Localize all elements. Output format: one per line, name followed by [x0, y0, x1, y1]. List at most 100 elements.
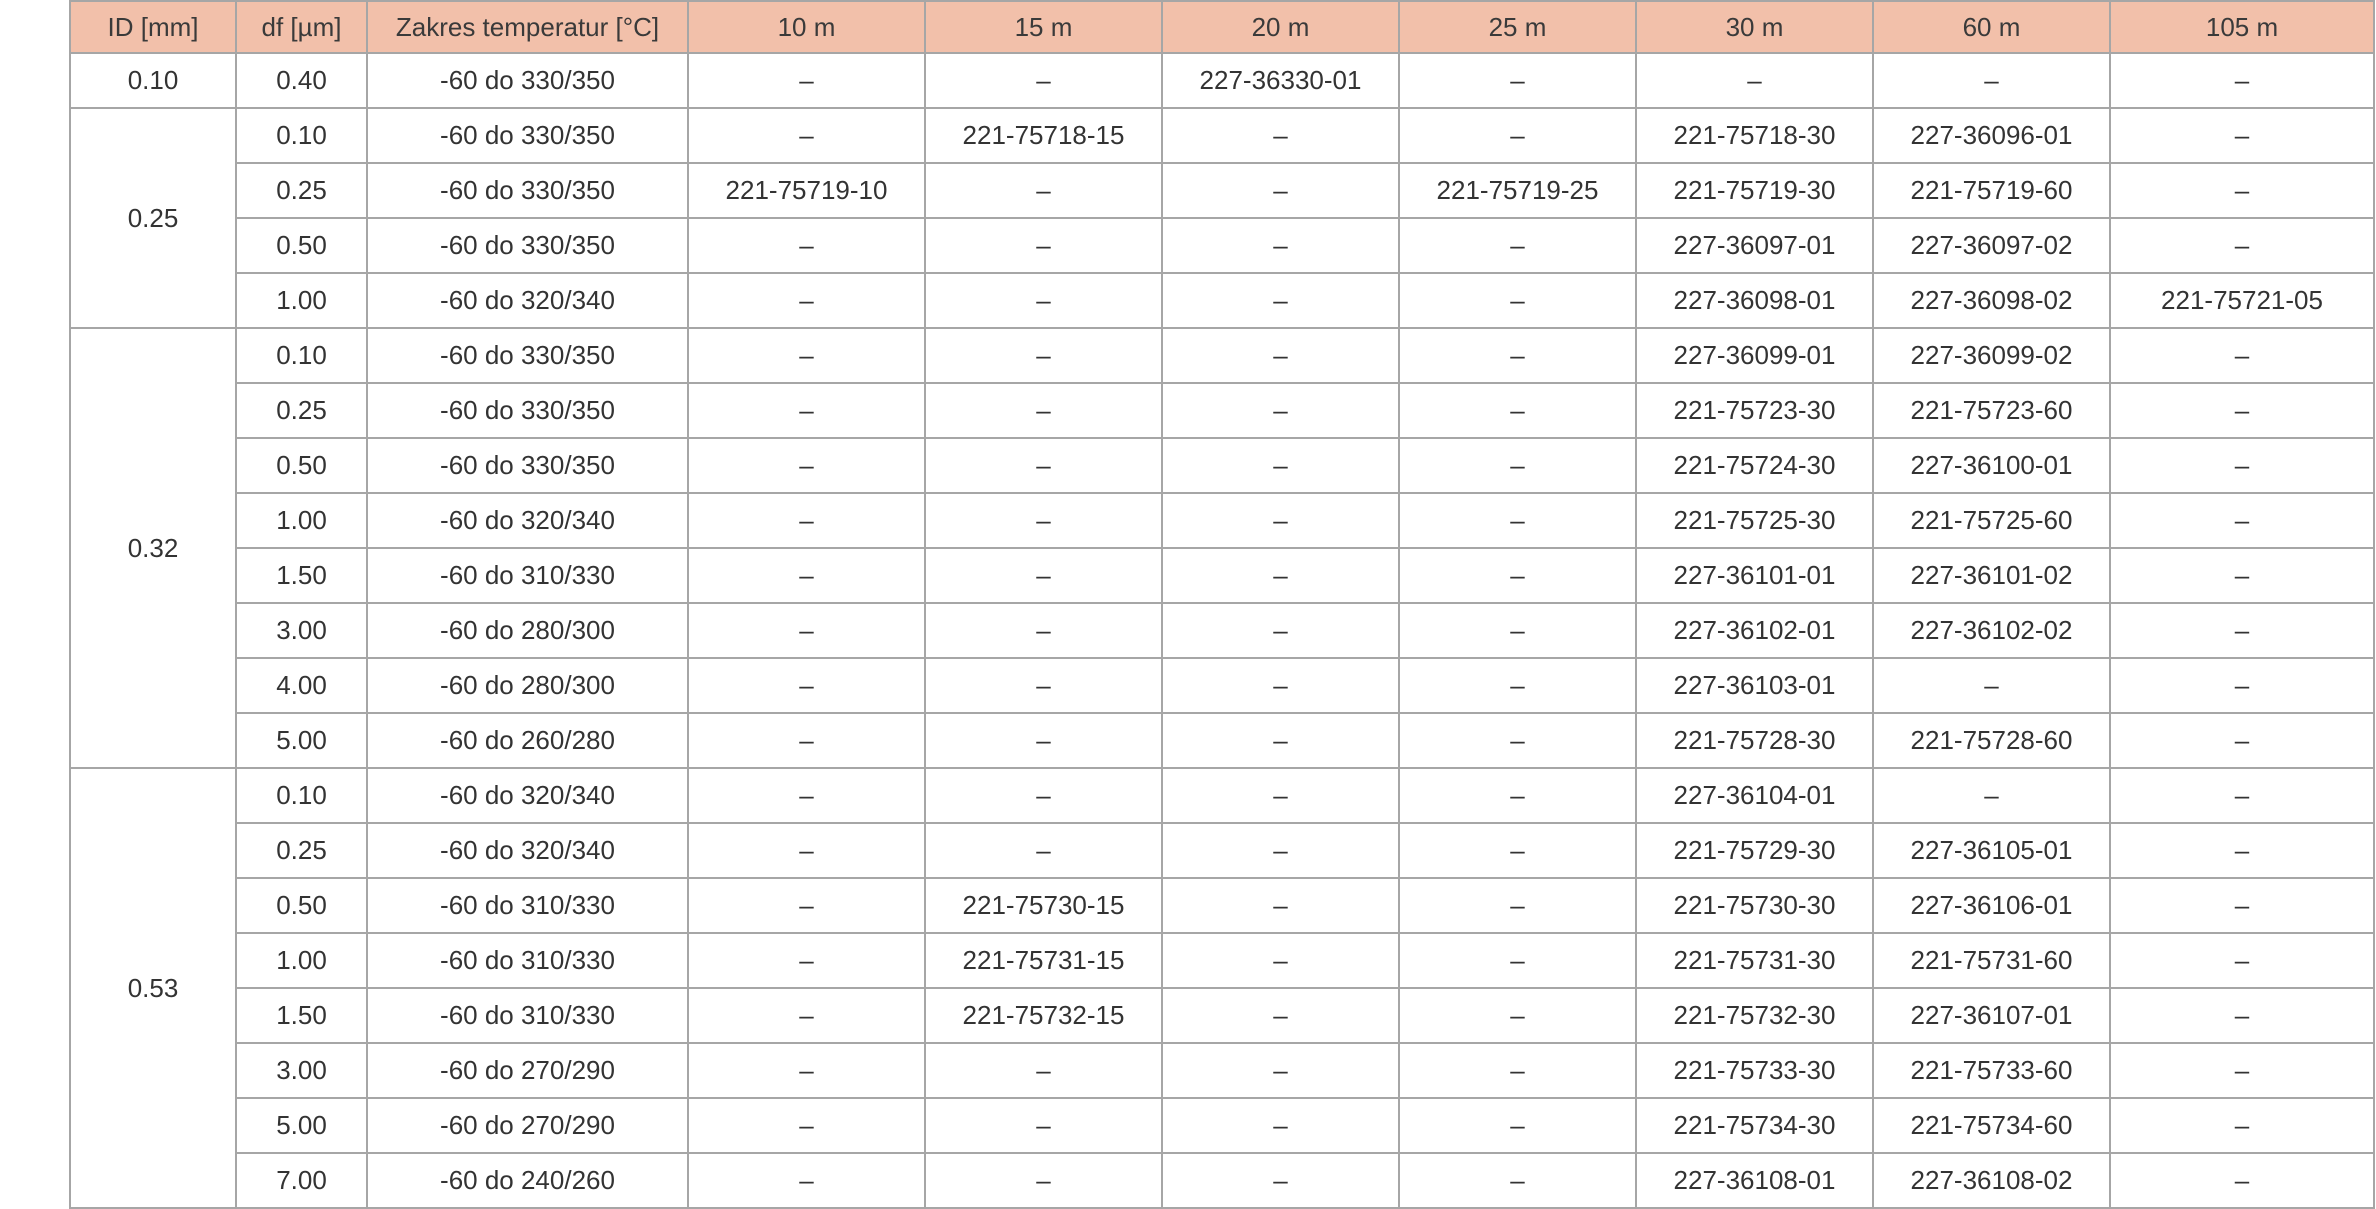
catalog-number-cell: 221-75719-25: [1398, 162, 1637, 219]
catalog-number-cell: –: [924, 712, 1163, 769]
catalog-number-cell: –: [924, 822, 1163, 879]
temperature-range-cell: -60 do 270/290: [366, 1042, 689, 1099]
catalog-number-cell: –: [2109, 657, 2375, 714]
catalog-number-cell: 227-36098-01: [1635, 272, 1874, 329]
catalog-number-cell: –: [1398, 217, 1637, 274]
catalog-number-cell: 221-75725-60: [1872, 492, 2111, 549]
catalog-number-cell: 221-75733-60: [1872, 1042, 2111, 1099]
catalog-number-cell: –: [1398, 822, 1637, 879]
catalog-number-cell: –: [1161, 327, 1400, 384]
table-row: 1.50 -60 do 310/330–221-75732-15– –221-757…: [70, 987, 2375, 1044]
df-cell: 0.25: [235, 382, 368, 439]
catalog-number-cell: –: [1398, 1097, 1637, 1154]
catalog-number-cell: –: [924, 382, 1163, 439]
catalog-number-cell: –: [2109, 822, 2375, 879]
catalog-number-cell: 221-75730-30: [1635, 877, 1874, 934]
catalog-number-cell: –: [1398, 547, 1637, 604]
header-length-60m: 60 m: [1872, 0, 2111, 54]
catalog-number-cell: 227-36099-01: [1635, 327, 1874, 384]
table-row: 3.00 -60 do 280/300– – – –227-36102-01 227-36…: [70, 602, 2375, 659]
catalog-number-cell: 221-75731-60: [1872, 932, 2111, 989]
catalog-number-cell: 221-75732-15: [924, 987, 1163, 1044]
catalog-number-cell: –: [1398, 327, 1637, 384]
df-cell: 1.50: [235, 547, 368, 604]
catalog-number-cell: –: [1872, 657, 2111, 714]
df-cell: 7.00: [235, 1152, 368, 1209]
catalog-number-cell: 221-75733-30: [1635, 1042, 1874, 1099]
catalog-number-cell: –: [924, 767, 1163, 824]
catalog-number-cell: –: [687, 1042, 926, 1099]
catalog-number-cell: –: [2109, 162, 2375, 219]
catalog-number-cell: –: [924, 272, 1163, 329]
catalog-number-cell: –: [1161, 877, 1400, 934]
catalog-number-cell: –: [1398, 657, 1637, 714]
catalog-number-cell: 227-36101-02: [1872, 547, 2111, 604]
table-row: 1.00 -60 do 310/330–221-75731-15– –221-757…: [70, 932, 2375, 989]
header-length-15m: 15 m: [924, 0, 1163, 54]
catalog-number-cell: –: [687, 107, 926, 164]
temperature-range-cell: -60 do 330/350: [366, 52, 689, 109]
catalog-number-cell: –: [1398, 107, 1637, 164]
catalog-number-cell: 221-75734-60: [1872, 1097, 2111, 1154]
catalog-number-cell: –: [924, 1152, 1163, 1209]
temperature-range-cell: -60 do 320/340: [366, 822, 689, 879]
catalog-number-cell: –: [687, 327, 926, 384]
catalog-number-cell: –: [2109, 877, 2375, 934]
catalog-number-cell: 221-75718-30: [1635, 107, 1874, 164]
catalog-number-cell: –: [1398, 1042, 1637, 1099]
df-cell: 3.00: [235, 602, 368, 659]
catalog-number-cell: –: [2109, 107, 2375, 164]
catalog-number-cell: 221-75719-30: [1635, 162, 1874, 219]
catalog-number-cell: 227-36102-02: [1872, 602, 2111, 659]
catalog-number-cell: –: [2109, 1152, 2375, 1209]
catalog-number-cell: 221-75728-60: [1872, 712, 2111, 769]
column-catalog-table: ID [mm] df [µm] Zakres temperatur [°C] 1…: [69, 0, 2375, 1209]
catalog-number-cell: –: [924, 52, 1163, 109]
table-row: 0.25 -60 do 330/350 221-75719-10– –221-7571…: [70, 162, 2375, 219]
catalog-number-cell: –: [924, 162, 1163, 219]
catalog-number-cell: –: [1161, 272, 1400, 329]
catalog-number-cell: –: [1872, 767, 2111, 824]
temperature-range-cell: -60 do 280/300: [366, 602, 689, 659]
catalog-number-cell: 227-36098-02: [1872, 272, 2111, 329]
id-group-cell: 0.53: [69, 767, 237, 1209]
catalog-number-cell: 221-75731-30: [1635, 932, 1874, 989]
catalog-number-cell: –: [2109, 382, 2375, 439]
catalog-number-cell: –: [924, 1042, 1163, 1099]
header-temperature-range: Zakres temperatur [°C]: [366, 0, 689, 54]
catalog-number-cell: –: [687, 987, 926, 1044]
catalog-number-cell: –: [924, 217, 1163, 274]
df-cell: 0.10: [235, 107, 368, 164]
catalog-number-cell: 221-75724-30: [1635, 437, 1874, 494]
catalog-number-cell: 221-75729-30: [1635, 822, 1874, 879]
catalog-number-cell: –: [687, 547, 926, 604]
df-cell: 0.10: [235, 767, 368, 824]
catalog-number-cell: –: [1161, 1042, 1400, 1099]
catalog-number-cell: –: [1161, 1097, 1400, 1154]
df-cell: 0.40: [235, 52, 368, 109]
table-row: 5.00 -60 do 270/290– – – –221-75734-30 221-75…: [70, 1097, 2375, 1154]
catalog-number-cell: –: [1161, 217, 1400, 274]
catalog-number-cell: –: [1398, 767, 1637, 824]
catalog-number-cell: 227-36102-01: [1635, 602, 1874, 659]
catalog-number-cell: –: [1398, 987, 1637, 1044]
header-df: df [µm]: [235, 0, 368, 54]
catalog-number-cell: –: [1161, 987, 1400, 1044]
catalog-number-cell: 227-36100-01: [1872, 437, 2111, 494]
df-cell: 1.00: [235, 492, 368, 549]
catalog-number-cell: –: [1398, 877, 1637, 934]
catalog-number-cell: –: [1398, 1152, 1637, 1209]
id-group-cell: 0.25: [69, 107, 237, 329]
df-cell: 0.25: [235, 162, 368, 219]
table-row: 0.50 -60 do 310/330–221-75730-15– –221-757…: [70, 877, 2375, 934]
df-cell: 0.50: [235, 437, 368, 494]
catalog-number-cell: –: [687, 382, 926, 439]
catalog-number-cell: 221-75731-15: [924, 932, 1163, 989]
catalog-number-cell: –: [2109, 932, 2375, 989]
id-group-cell: 0.32: [69, 327, 237, 769]
catalog-number-cell: –: [2109, 1042, 2375, 1099]
catalog-number-cell: 227-36097-01: [1635, 217, 1874, 274]
temperature-range-cell: -60 do 330/350: [366, 382, 689, 439]
table-row: 0.25 0.10 -60 do 330/350–221-75718-15– –221…: [69, 107, 2375, 329]
temperature-range-cell: -60 do 310/330: [366, 547, 689, 604]
